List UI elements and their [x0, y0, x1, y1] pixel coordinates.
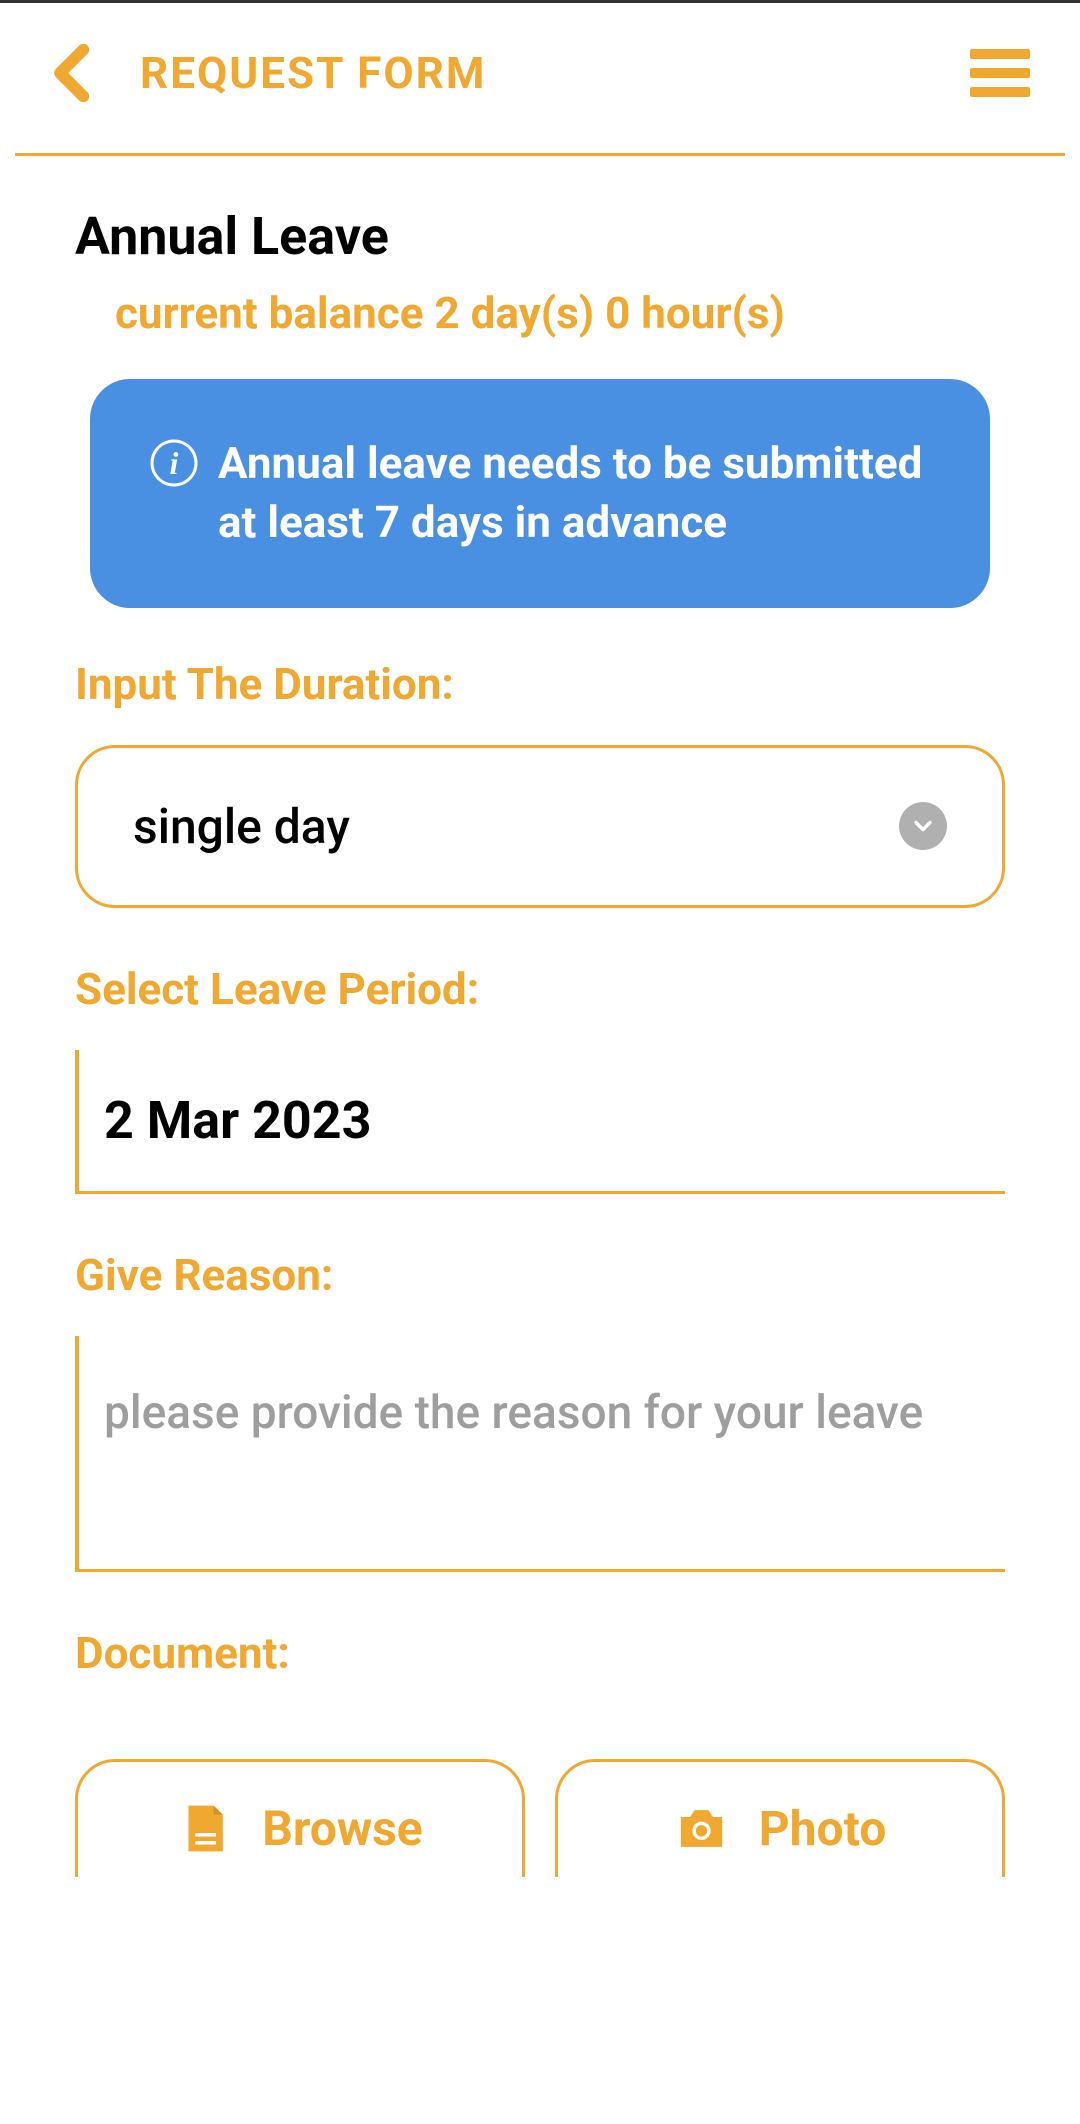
reason-label: Give Reason: [75, 1249, 1005, 1301]
page-title: REQUEST FORM [140, 47, 486, 99]
browse-label: Browse [262, 1800, 422, 1857]
browse-button[interactable]: Browse [75, 1759, 525, 1877]
document-icon [177, 1801, 232, 1856]
duration-label: Input The Duration: [75, 658, 1005, 710]
duration-dropdown[interactable]: single day [75, 745, 1005, 908]
svg-text:i: i [170, 445, 179, 481]
back-icon[interactable] [50, 43, 90, 103]
reason-field-container [75, 1336, 1005, 1572]
content: Annual Leave current balance 2 day(s) 0 … [0, 156, 1080, 1877]
reason-input[interactable] [104, 1381, 980, 1510]
header-left: REQUEST FORM [50, 43, 486, 103]
camera-icon [674, 1801, 729, 1856]
info-text: Annual leave needs to be submitted at le… [218, 434, 930, 553]
balance-text: current balance 2 day(s) 0 hour(s) [75, 287, 1005, 339]
menu-icon[interactable] [970, 49, 1030, 97]
document-label: Document: [75, 1627, 1005, 1679]
duration-value: single day [133, 798, 350, 855]
info-banner: i Annual leave needs to be submitted at … [90, 379, 990, 608]
leave-type-title: Annual Leave [75, 206, 1005, 267]
chevron-down-icon [899, 802, 947, 850]
period-label: Select Leave Period: [75, 963, 1005, 1015]
document-buttons: Browse Photo [75, 1759, 1005, 1877]
photo-label: Photo [759, 1800, 887, 1857]
header: REQUEST FORM [0, 3, 1080, 153]
date-field[interactable]: 2 Mar 2023 [75, 1050, 1005, 1194]
info-icon: i [150, 439, 198, 487]
date-value: 2 Mar 2023 [104, 1090, 980, 1151]
photo-button[interactable]: Photo [555, 1759, 1005, 1877]
